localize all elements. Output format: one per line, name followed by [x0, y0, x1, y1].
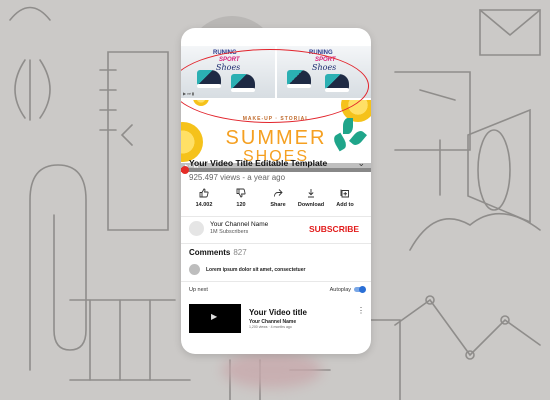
progress-scrubber[interactable]	[181, 166, 189, 174]
thumbs-down-icon	[223, 188, 259, 200]
divider	[181, 281, 371, 282]
comments-heading: Comments	[189, 248, 231, 257]
share-label: Share	[270, 202, 286, 208]
envelope-doodle	[479, 9, 541, 56]
banner-headline: SUMMER	[225, 127, 327, 149]
background-shadow	[222, 352, 322, 388]
paperclip-doodle	[29, 164, 87, 371]
dislike-count: 120	[236, 202, 246, 208]
comments-header[interactable]: Comments 827	[189, 248, 247, 257]
hill-doodle	[409, 212, 541, 251]
share-button[interactable]: Share	[260, 188, 296, 208]
dislike-button[interactable]: 120	[223, 188, 259, 208]
autoplay-toggle[interactable]	[354, 286, 366, 293]
notebook-doodle	[99, 51, 169, 231]
download-label: Download	[297, 202, 325, 208]
share-icon	[260, 188, 296, 200]
comments-count: 827	[233, 248, 247, 257]
plant-doodle	[9, 6, 51, 121]
comment-text: Lorem ipsum dolor sit amet, consectetuer	[206, 267, 306, 273]
add-to-playlist-icon	[327, 188, 363, 200]
top-comment[interactable]: Lorem ipsum dolor sit amet, consectetuer	[189, 264, 365, 276]
like-button[interactable]: 14.002	[186, 188, 222, 208]
next-video-title[interactable]: Your Video title	[249, 308, 307, 317]
action-bar: 14.002 120 Share Download Add to	[181, 188, 371, 214]
more-options-icon[interactable]: ⋮	[357, 306, 365, 315]
view-count: 925.497 views - a year ago	[189, 173, 286, 182]
thumbs-up-icon	[186, 188, 222, 200]
video-title-row[interactable]: Your Video Title Editable Template ⌄	[189, 158, 365, 172]
graph-doodle	[394, 295, 541, 360]
next-video-thumbnail[interactable]: ▶	[189, 304, 241, 333]
channel-avatar[interactable]	[189, 221, 204, 236]
like-count: 14.002	[195, 202, 213, 208]
up-next-row: Up next Autoplay	[189, 286, 366, 298]
up-next-label: Up next	[189, 287, 208, 293]
download-icon	[293, 188, 329, 200]
add-to-button[interactable]: Add to	[327, 188, 363, 208]
divider	[181, 243, 371, 244]
divider	[181, 216, 371, 217]
autoplay-label: Autoplay	[329, 287, 351, 293]
chart-doodle	[69, 299, 191, 381]
channel-name[interactable]: Your Channel Name	[210, 221, 268, 228]
subscriber-count: 1M Subscribers	[210, 229, 249, 235]
phone-mockup: RUNING SPORT Shoes ▶ ⏭ ▮ RUNING SPORT Sh…	[181, 28, 371, 354]
folder-doodle	[394, 71, 471, 151]
play-icon: ▶	[211, 312, 218, 321]
next-video-meta: 1,200 views · 4 months ago	[249, 325, 292, 329]
megaphone-doodle	[439, 108, 531, 224]
download-button[interactable]: Download	[293, 188, 329, 208]
subscribe-button[interactable]: SUBSCRIBE	[309, 224, 359, 234]
chevron-down-icon[interactable]: ⌄	[357, 158, 365, 169]
channel-row[interactable]: Your Channel Name 1M Subscribers SUBSCRI…	[189, 220, 365, 240]
video-title: Your Video Title Editable Template	[189, 158, 328, 168]
add-to-label: Add to	[336, 202, 354, 208]
commenter-avatar	[189, 264, 200, 275]
